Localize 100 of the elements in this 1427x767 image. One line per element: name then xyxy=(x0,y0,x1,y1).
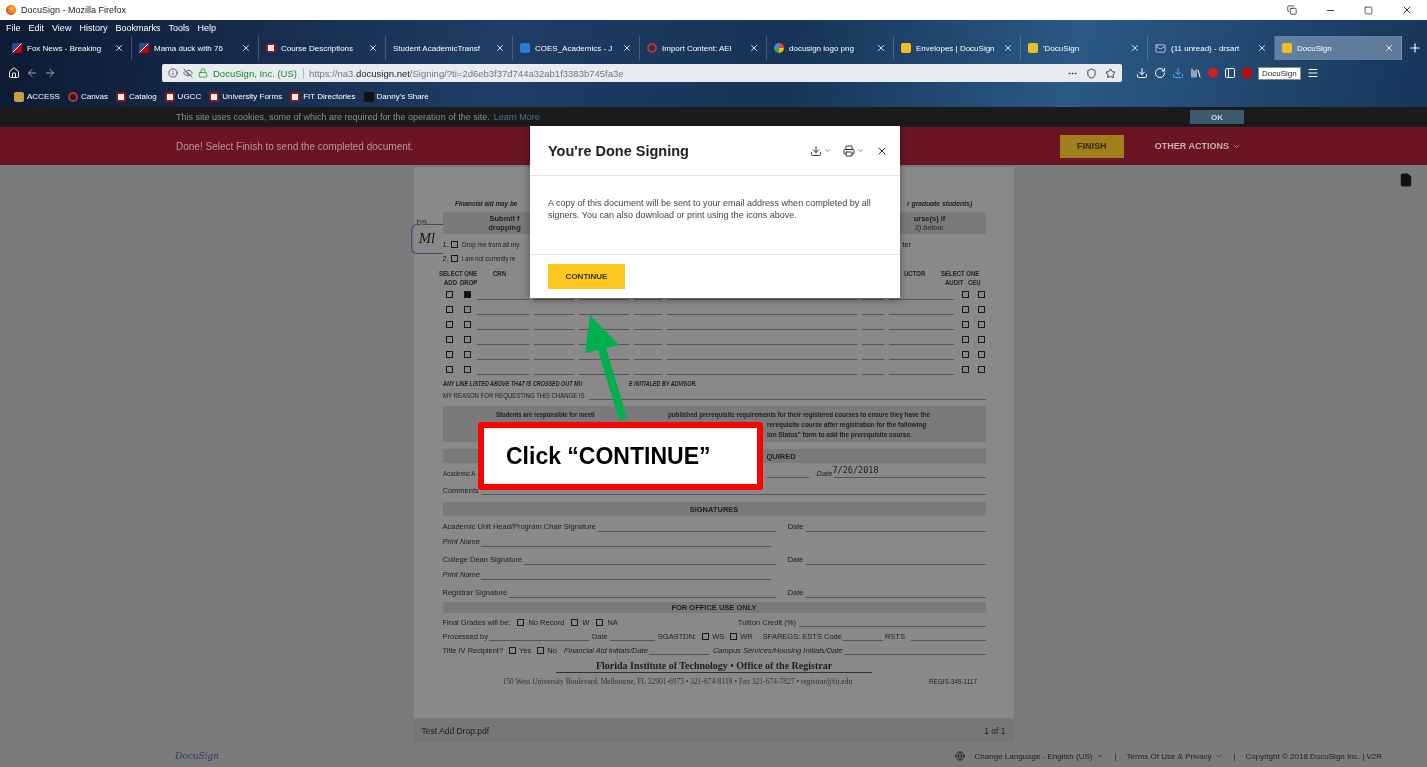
close-icon[interactable] xyxy=(622,43,632,53)
checkbox[interactable] xyxy=(961,336,969,343)
checkbox[interactable] xyxy=(977,306,985,313)
download-button[interactable] xyxy=(810,144,831,157)
restore-icon[interactable] xyxy=(1287,5,1297,15)
browser-tab[interactable]: DocuSign xyxy=(1275,36,1402,60)
close-icon[interactable] xyxy=(368,43,378,53)
checkbox[interactable] xyxy=(445,336,453,343)
close-icon[interactable] xyxy=(876,43,886,53)
browser-tab[interactable]: Mama duck with 76 xyxy=(132,36,259,60)
forward-icon[interactable] xyxy=(44,67,56,79)
menu-item[interactable]: Bookmarks xyxy=(115,23,161,33)
menu-item[interactable]: Edit xyxy=(28,23,45,33)
checkbox[interactable] xyxy=(961,291,969,298)
close-icon[interactable] xyxy=(495,43,505,53)
browser-tab[interactable]: 'DocuSign xyxy=(1021,36,1148,60)
browser-tab[interactable]: docusign logo png xyxy=(767,36,894,60)
seal-icon xyxy=(116,91,127,102)
browser-logo-icon xyxy=(6,5,16,15)
menu-icon[interactable] xyxy=(1306,67,1319,79)
address-field[interactable]: DocuSign, Inc. (US) https://na3.docusign.net/Signing/?ti=2d6eb3f37d744a32ab1f3383b745fa3e xyxy=(162,64,1122,82)
checkbox[interactable] xyxy=(463,336,471,343)
bookmark-link[interactable]: Canvas xyxy=(80,92,109,101)
browser-tab[interactable]: Fox News - Breaking xyxy=(5,36,132,60)
bookmark-star-icon[interactable] xyxy=(1105,67,1116,79)
checkbox[interactable] xyxy=(445,306,453,313)
checkbox[interactable] xyxy=(977,321,985,328)
checkbox[interactable] xyxy=(463,306,471,313)
browser-tab[interactable]: COES_Academics - J xyxy=(513,36,640,60)
checkbox[interactable] xyxy=(702,632,710,640)
document-icon[interactable] xyxy=(1399,173,1413,187)
checkbox[interactable] xyxy=(961,366,969,373)
browser-tab[interactable]: Course Descriptions xyxy=(259,36,386,60)
checkbox[interactable] xyxy=(596,618,604,626)
close-icon[interactable] xyxy=(1401,4,1413,16)
checkbox[interactable] xyxy=(977,336,985,343)
checkbox[interactable] xyxy=(537,646,545,654)
back-icon[interactable] xyxy=(26,67,38,79)
checkbox[interactable] xyxy=(517,618,525,626)
browser-tab[interactable]: (11 unread) - drsart xyxy=(1148,36,1275,60)
checkbox[interactable] xyxy=(445,366,453,373)
checkbox[interactable] xyxy=(961,351,969,358)
language-link[interactable]: Change Language - English (US) xyxy=(974,751,1105,761)
checkbox[interactable] xyxy=(463,291,471,298)
new-tab-icon[interactable] xyxy=(1408,41,1422,55)
close-icon[interactable] xyxy=(1003,43,1013,53)
browser-tab[interactable]: Import Content: AEI xyxy=(640,36,767,60)
window-title: DocuSign - Mozilla Firefox xyxy=(21,5,127,15)
checkbox[interactable] xyxy=(977,351,985,358)
checkbox[interactable] xyxy=(730,632,738,640)
bookmark-link[interactable]: Catalog xyxy=(129,92,157,101)
print-button[interactable] xyxy=(843,144,864,157)
checkbox[interactable] xyxy=(509,646,517,654)
home-icon[interactable] xyxy=(8,67,20,79)
checkbox[interactable] xyxy=(977,366,985,373)
menu-item[interactable]: View xyxy=(52,23,72,33)
terms-link[interactable]: Terms Of Use & Privacy xyxy=(1126,751,1224,761)
bookmark-link[interactable]: FIT Directories xyxy=(303,92,356,101)
checkbox[interactable] xyxy=(571,618,579,626)
close-icon[interactable] xyxy=(241,43,251,53)
menu-item[interactable]: History xyxy=(79,23,108,33)
library-icon[interactable] xyxy=(1190,67,1202,79)
checkbox[interactable] xyxy=(463,351,471,358)
checkbox[interactable] xyxy=(450,240,458,248)
menu-item[interactable]: Tools xyxy=(168,23,190,33)
bookmark-link[interactable]: ACCESS xyxy=(27,92,60,101)
ok-button[interactable]: OK xyxy=(1190,110,1244,124)
checkbox[interactable] xyxy=(445,321,453,328)
checkbox[interactable] xyxy=(463,366,471,373)
institution-name: Florida Institute of Technology • Office of the Registrar xyxy=(555,660,873,673)
checkbox[interactable] xyxy=(445,291,453,298)
reload-icon[interactable] xyxy=(1154,67,1166,79)
pocket-icon[interactable] xyxy=(1086,67,1097,79)
sidebar-icon[interactable] xyxy=(1224,67,1236,79)
close-icon[interactable] xyxy=(749,43,759,53)
menu-item[interactable]: Help xyxy=(197,23,216,33)
bookmark-link[interactable]: University Forms xyxy=(222,92,283,101)
signing-message: Done! Select Finish to send the completed document. xyxy=(176,140,414,152)
checkbox[interactable] xyxy=(961,321,969,328)
checkbox[interactable] xyxy=(977,291,985,298)
checkbox[interactable] xyxy=(445,351,453,358)
checkbox[interactable] xyxy=(450,254,458,262)
download-icon[interactable] xyxy=(1172,67,1184,79)
finish-button[interactable]: FINISH xyxy=(1059,134,1124,158)
bookmark-link[interactable]: UGCC xyxy=(177,92,202,101)
close-icon[interactable] xyxy=(1130,43,1140,53)
browser-tab[interactable]: Envelopes | DocuSign xyxy=(894,36,1021,60)
continue-button[interactable]: CONTINUE xyxy=(548,264,625,289)
download-icon[interactable] xyxy=(1136,67,1148,79)
page-count: 1 of 1 xyxy=(984,726,1006,736)
menu-item[interactable]: File xyxy=(6,23,21,33)
close-icon[interactable] xyxy=(1257,43,1267,53)
close-icon[interactable] xyxy=(114,43,124,53)
maximize-icon[interactable] xyxy=(1364,5,1373,15)
toolbar-button[interactable]: DocuSign xyxy=(1258,66,1301,80)
other-actions-button[interactable]: OTHER ACTIONS xyxy=(1148,140,1247,152)
bookmark-link[interactable]: Danny's Share xyxy=(376,92,429,101)
checkbox[interactable] xyxy=(463,321,471,328)
browser-tab[interactable]: Student AcademicTransf xyxy=(386,36,513,60)
checkbox[interactable] xyxy=(961,306,969,313)
